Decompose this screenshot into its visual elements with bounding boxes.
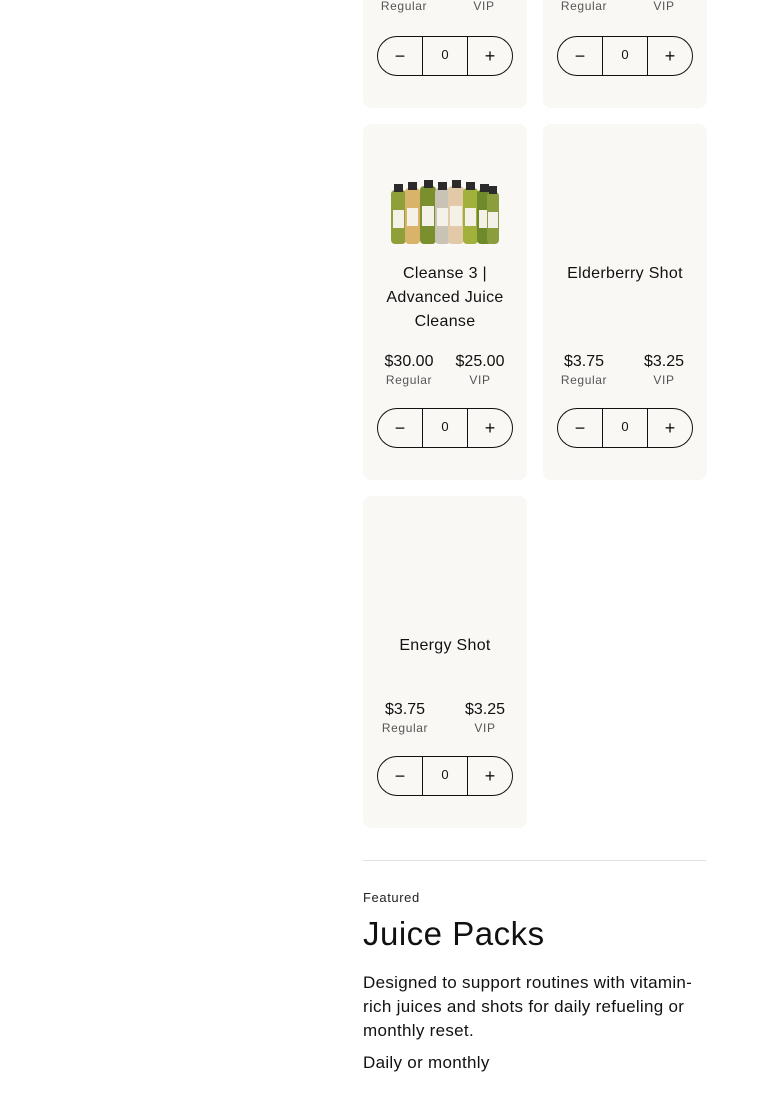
plus-icon: + bbox=[484, 45, 496, 66]
minus-icon: − bbox=[574, 417, 586, 438]
product-card-elderberry-shot[interactable]: Elderberry Shot $3.75 Regular $3.25 VIP … bbox=[543, 124, 707, 480]
quantity-stepper[interactable]: − 0 + bbox=[377, 756, 513, 796]
product-card[interactable]: Regular VIP − 0 + bbox=[543, 0, 707, 108]
vip-price-label: VIP bbox=[473, 0, 495, 13]
plus-icon: + bbox=[664, 45, 676, 66]
quantity-stepper[interactable]: − 0 + bbox=[557, 408, 693, 448]
quantity-input[interactable]: 0 bbox=[422, 409, 468, 447]
section-eyebrow: Featured bbox=[363, 890, 420, 905]
regular-price-label: Regular bbox=[381, 721, 429, 735]
product-name[interactable]: Elderberry Shot bbox=[553, 262, 697, 286]
minus-icon: − bbox=[574, 45, 586, 66]
section-subtitle: Daily or monthly bbox=[363, 1053, 490, 1072]
quantity-input[interactable]: 0 bbox=[422, 37, 468, 75]
quantity-input[interactable]: 0 bbox=[422, 757, 468, 795]
product-card-energy-shot[interactable]: Energy Shot $3.75 Regular $3.25 VIP − 0 … bbox=[363, 496, 527, 828]
vip-price: $3.25 bbox=[643, 353, 685, 370]
increase-quantity-button[interactable]: + bbox=[648, 37, 692, 75]
decrease-quantity-button[interactable]: − bbox=[558, 409, 602, 447]
product-card-cleanse-3[interactable]: Cleanse 3 | Advanced Juice Cleanse $30.0… bbox=[363, 124, 527, 480]
vip-price-label: VIP bbox=[653, 0, 675, 13]
product-name[interactable]: Cleanse 3 | Advanced Juice Cleanse bbox=[373, 262, 517, 334]
product-image[interactable] bbox=[363, 176, 527, 252]
plus-icon: + bbox=[664, 417, 676, 438]
vip-price-label: VIP bbox=[469, 373, 491, 387]
decrease-quantity-button[interactable]: − bbox=[558, 37, 602, 75]
product-name[interactable]: Energy Shot bbox=[373, 634, 517, 658]
decrease-quantity-button[interactable]: − bbox=[378, 409, 422, 447]
quantity-input[interactable]: 0 bbox=[602, 409, 648, 447]
increase-quantity-button[interactable]: + bbox=[468, 409, 512, 447]
regular-price-label: Regular bbox=[385, 373, 433, 387]
section-description: Designed to support routines with vitami… bbox=[363, 973, 693, 1040]
minus-icon: − bbox=[394, 417, 406, 438]
product-card[interactable]: Regular VIP − 0 + bbox=[363, 0, 527, 108]
vip-price: $3.25 bbox=[464, 701, 506, 718]
regular-price-label: Regular bbox=[380, 0, 428, 13]
quantity-stepper[interactable]: − 0 + bbox=[377, 408, 513, 448]
regular-price-label: Regular bbox=[560, 0, 608, 13]
regular-price-label: Regular bbox=[560, 373, 608, 387]
section-divider bbox=[363, 860, 706, 861]
section-title: Juice Packs bbox=[363, 915, 545, 952]
regular-price: $3.75 bbox=[563, 353, 605, 370]
quantity-input[interactable]: 0 bbox=[602, 37, 648, 75]
regular-price: $30.00 bbox=[384, 353, 434, 370]
increase-quantity-button[interactable]: + bbox=[468, 37, 512, 75]
plus-icon: + bbox=[484, 765, 496, 786]
regular-price: $3.75 bbox=[384, 701, 426, 718]
minus-icon: − bbox=[394, 765, 406, 786]
vip-price-label: VIP bbox=[653, 373, 675, 387]
increase-quantity-button[interactable]: + bbox=[648, 409, 692, 447]
quantity-stepper[interactable]: − 0 + bbox=[377, 36, 513, 76]
decrease-quantity-button[interactable]: − bbox=[378, 37, 422, 75]
minus-icon: − bbox=[394, 45, 406, 66]
vip-price-label: VIP bbox=[474, 721, 496, 735]
decrease-quantity-button[interactable]: − bbox=[378, 757, 422, 795]
increase-quantity-button[interactable]: + bbox=[468, 757, 512, 795]
quantity-stepper[interactable]: − 0 + bbox=[557, 36, 693, 76]
juice-bottles-image bbox=[391, 180, 499, 244]
plus-icon: + bbox=[484, 417, 496, 438]
vip-price: $25.00 bbox=[455, 353, 505, 370]
